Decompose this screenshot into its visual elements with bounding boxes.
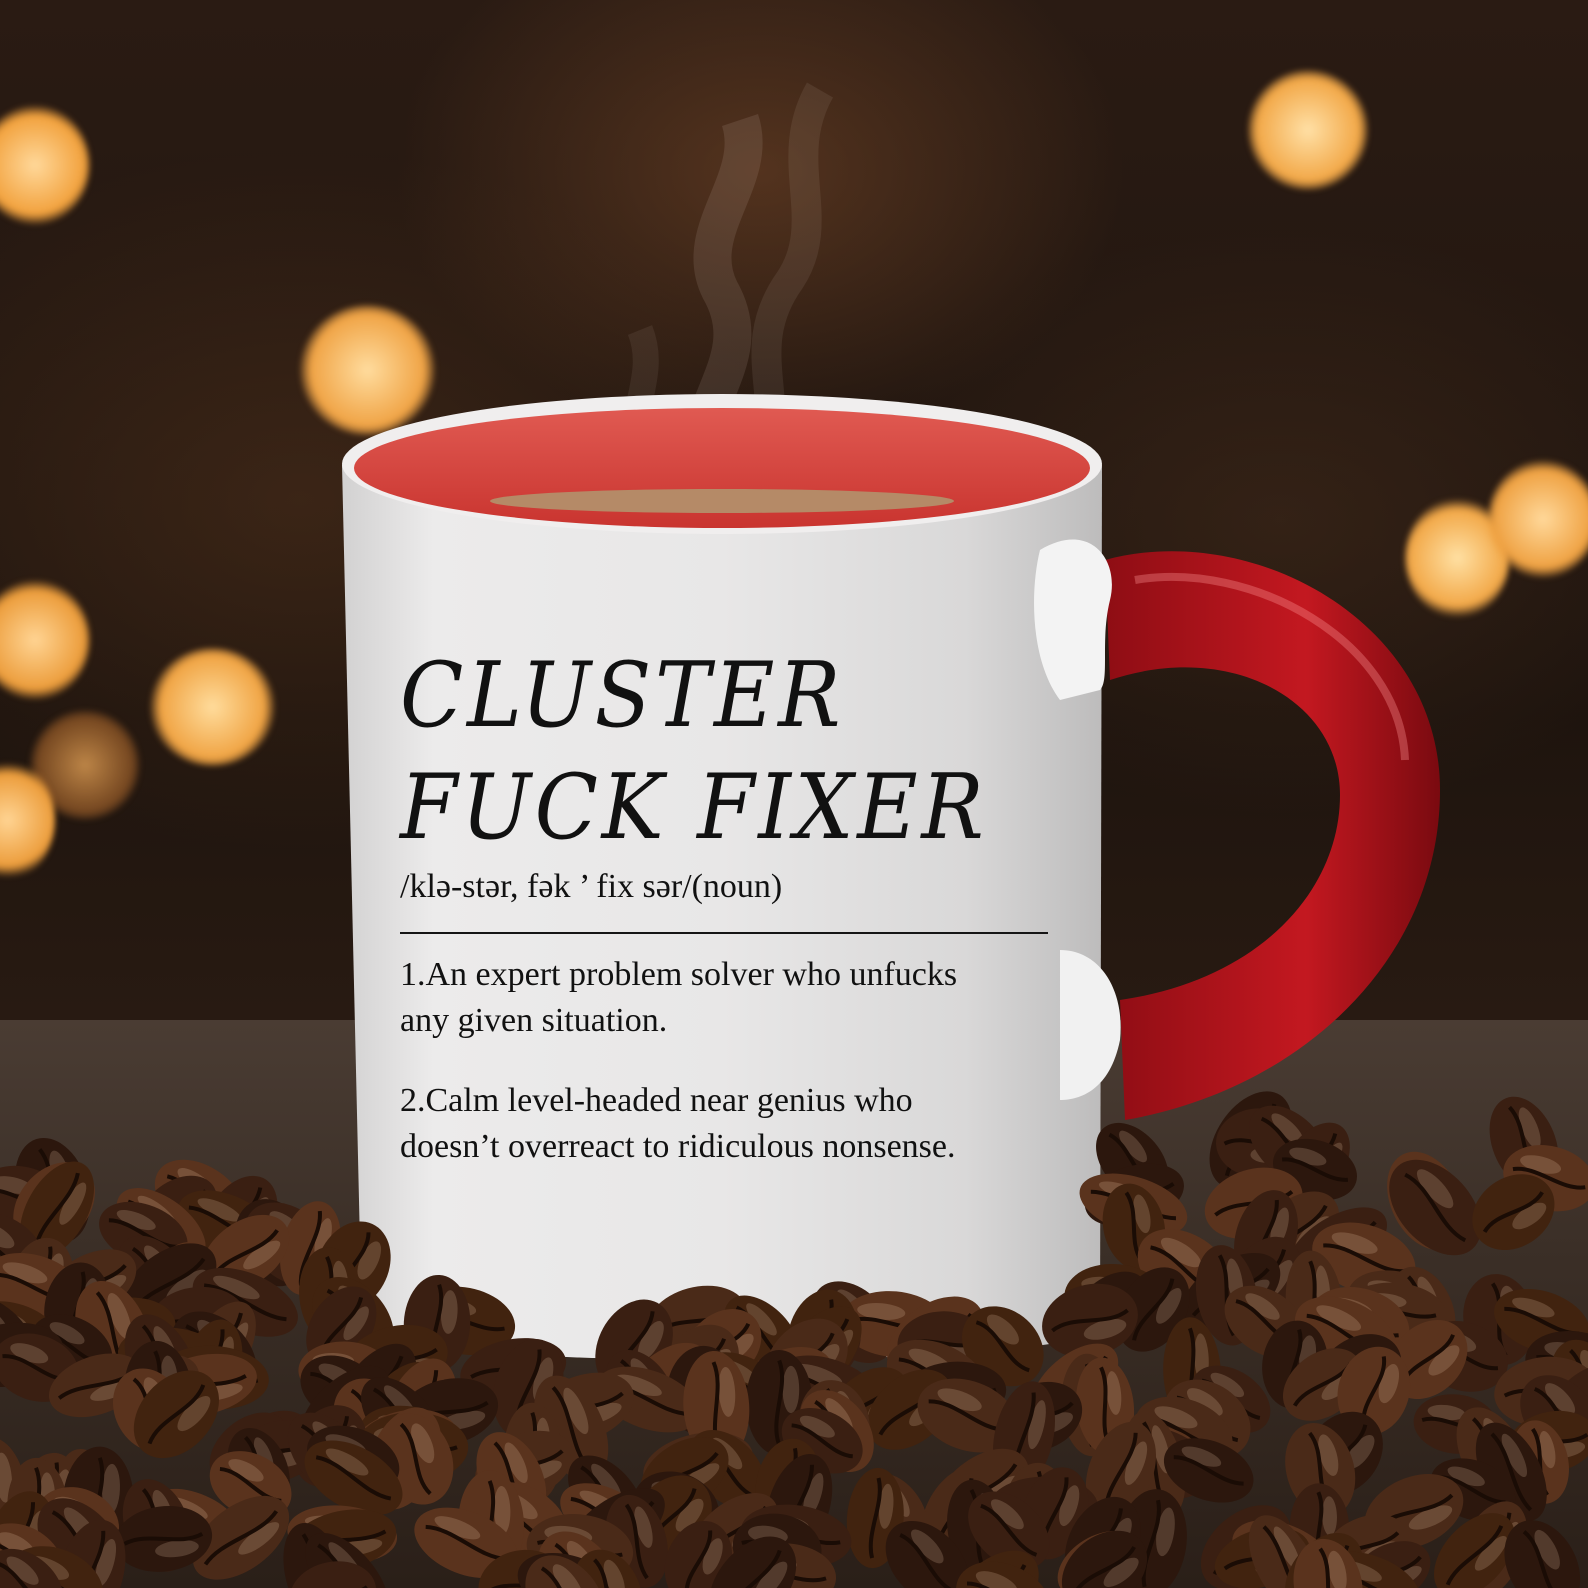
mug-title: CLUSTER FUCK FIXER bbox=[400, 643, 988, 860]
divider bbox=[400, 932, 1048, 934]
definition-1: 1.An expert problem solver who unfucks a… bbox=[400, 956, 958, 1039]
product-photo: CLUSTER FUCK FIXER /klə-stər, fək ’ fix … bbox=[0, 0, 1588, 1588]
mug-print: CLUSTER FUCK FIXER /klə-stər, fək ’ fix … bbox=[400, 640, 1060, 1204]
definition-2: 2.Calm level-headed near genius who does… bbox=[400, 1082, 956, 1165]
pronunciation: /klə-stər, fək ’ fix sər/(noun) bbox=[400, 868, 783, 905]
coffee bbox=[490, 489, 954, 513]
mug-handle bbox=[1105, 551, 1440, 1120]
